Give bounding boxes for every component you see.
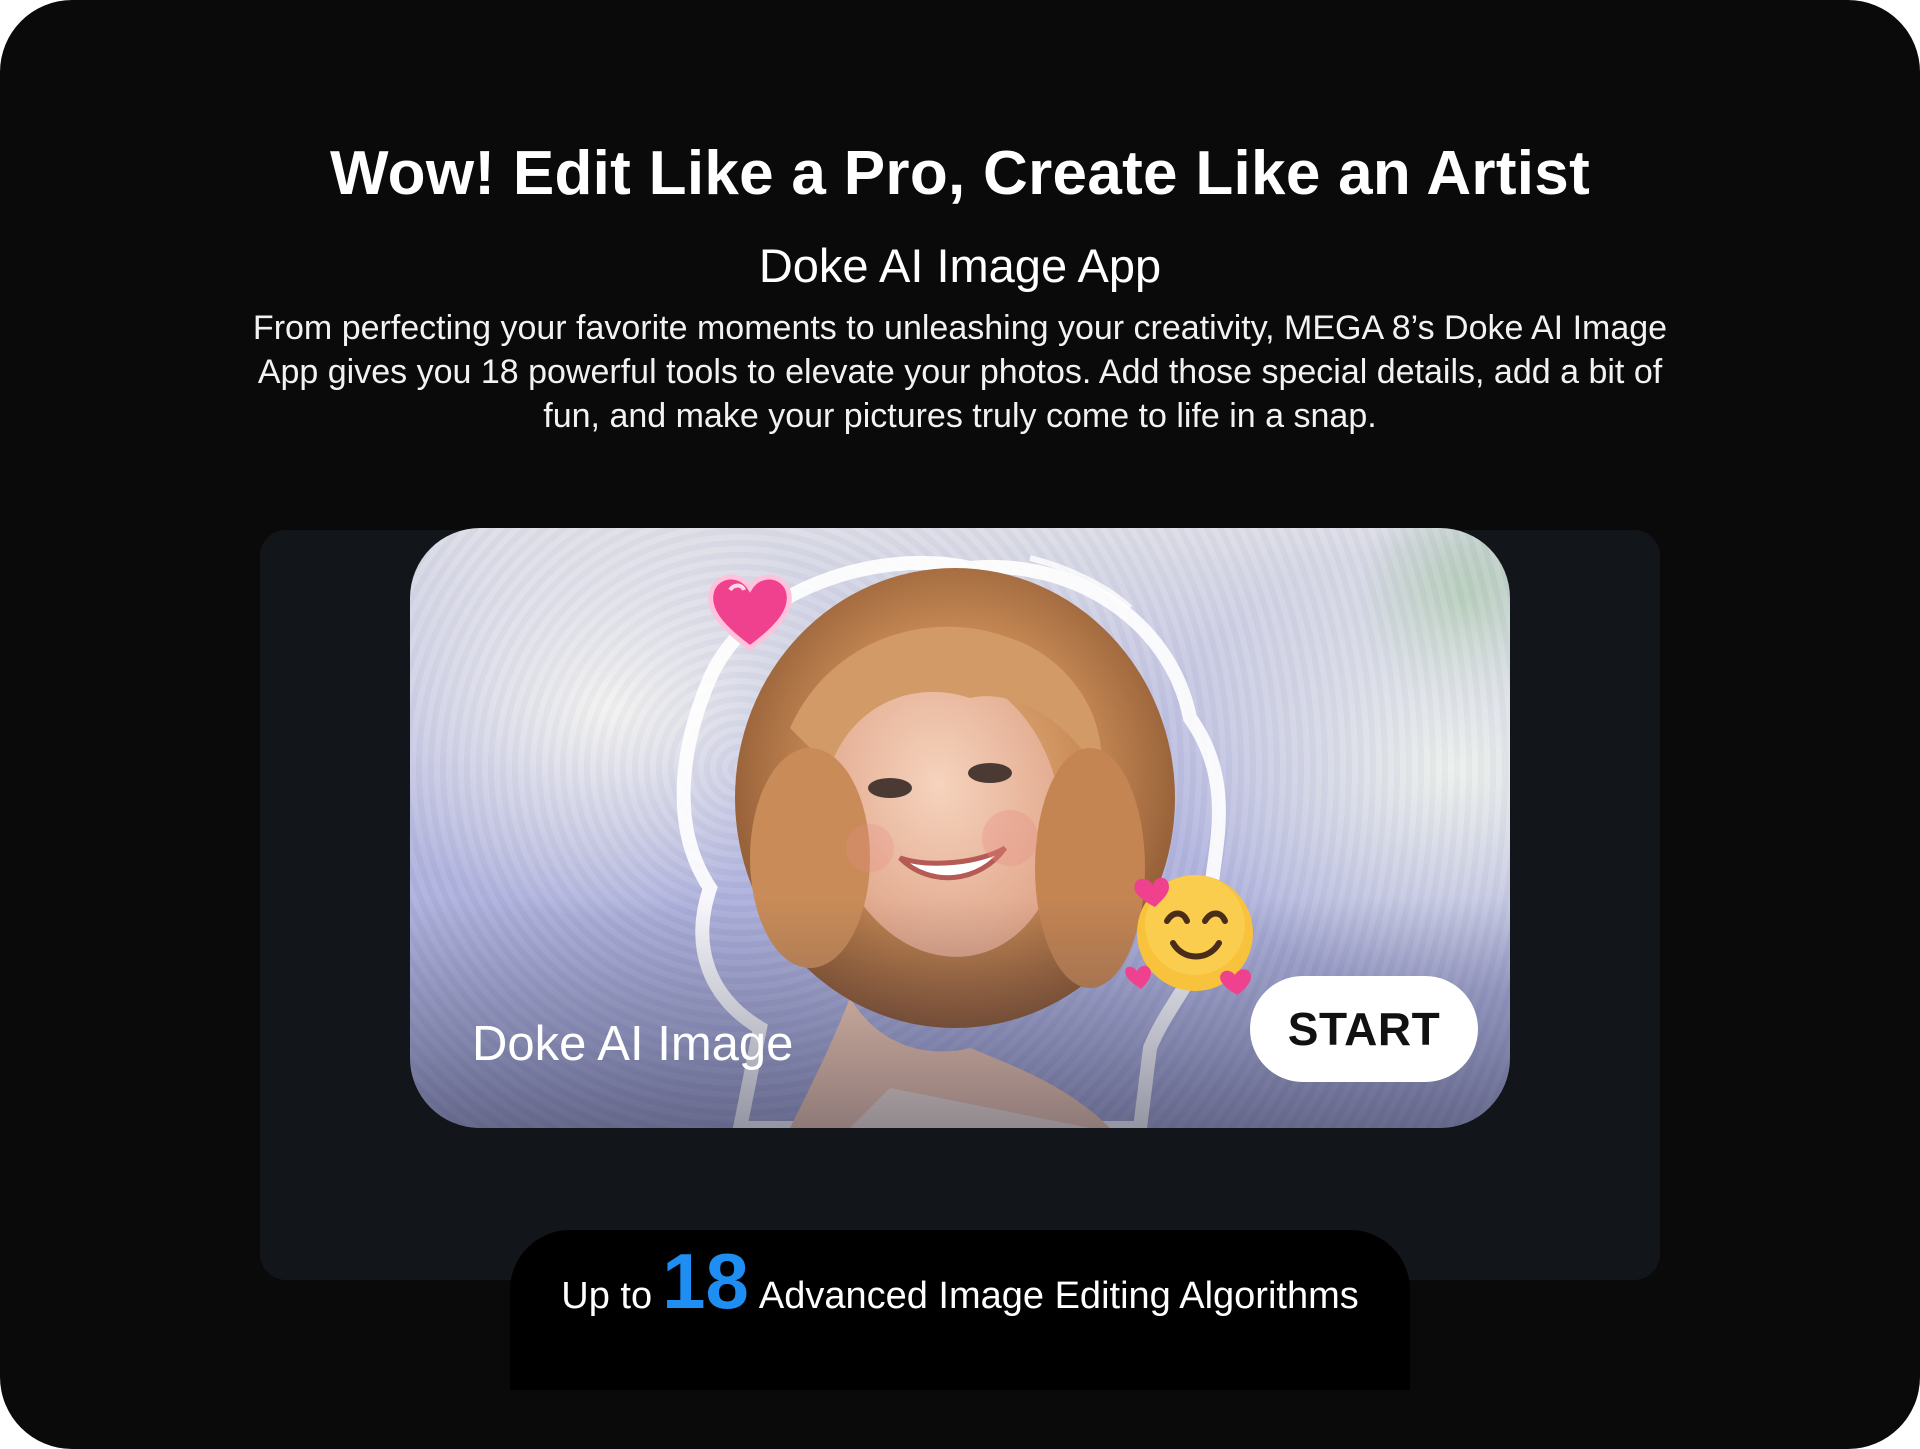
start-button[interactable]: START [1250,976,1478,1082]
heart-icon [708,574,792,652]
feature-prefix: Up to [561,1275,653,1317]
feature-description: From perfecting your favorite moments to… [252,309,1668,435]
page-title: Wow! Edit Like a Pro, Create Like an Art… [329,139,1591,208]
page-frame: Wow! Edit Like a Pro, Create Like an Art… [0,0,1920,1449]
feature-suffix: Advanced Image Editing Algorithms [758,1275,1359,1317]
feature-count: 18 [662,1237,749,1325]
smiling-face-with-hearts-icon [1125,875,1253,995]
card-app-label: Doke AI Image [472,1017,794,1071]
app-name-subtitle: Doke AI Image App [758,239,1162,292]
feature-caption: Up to 18 Advanced Image Editing Algorithms [0,1236,1920,1327]
app-preview-card[interactable]: Doke AI Image START [410,528,1510,1128]
